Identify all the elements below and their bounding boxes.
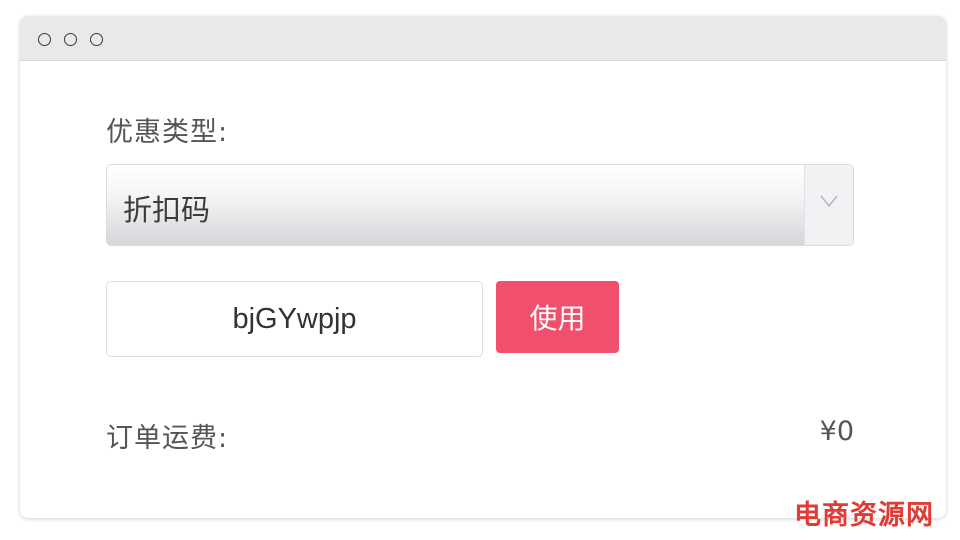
coupon-code-input[interactable] [106, 281, 483, 357]
coupon-type-select[interactable]: 折扣码 [106, 164, 854, 246]
coupon-type-selected-value: 折扣码 [123, 193, 211, 227]
shipping-fee-amount: ¥0 [819, 416, 854, 447]
shipping-fee-label: 订单运费: [106, 423, 229, 454]
window-close-control[interactable] [38, 33, 51, 46]
chevron-down-icon [820, 195, 838, 208]
window-titlebar [20, 16, 946, 61]
window-minimize-control[interactable] [64, 33, 77, 46]
window-maximize-control[interactable] [90, 33, 103, 46]
select-arrow-button[interactable] [804, 165, 853, 245]
coupon-type-label: 优惠类型: [106, 117, 229, 148]
watermark-text: 电商资源网 [794, 500, 934, 531]
app-window: 优惠类型: 折扣码 使用 订单运费: ¥0 [20, 16, 946, 518]
use-coupon-button[interactable]: 使用 [496, 281, 619, 353]
